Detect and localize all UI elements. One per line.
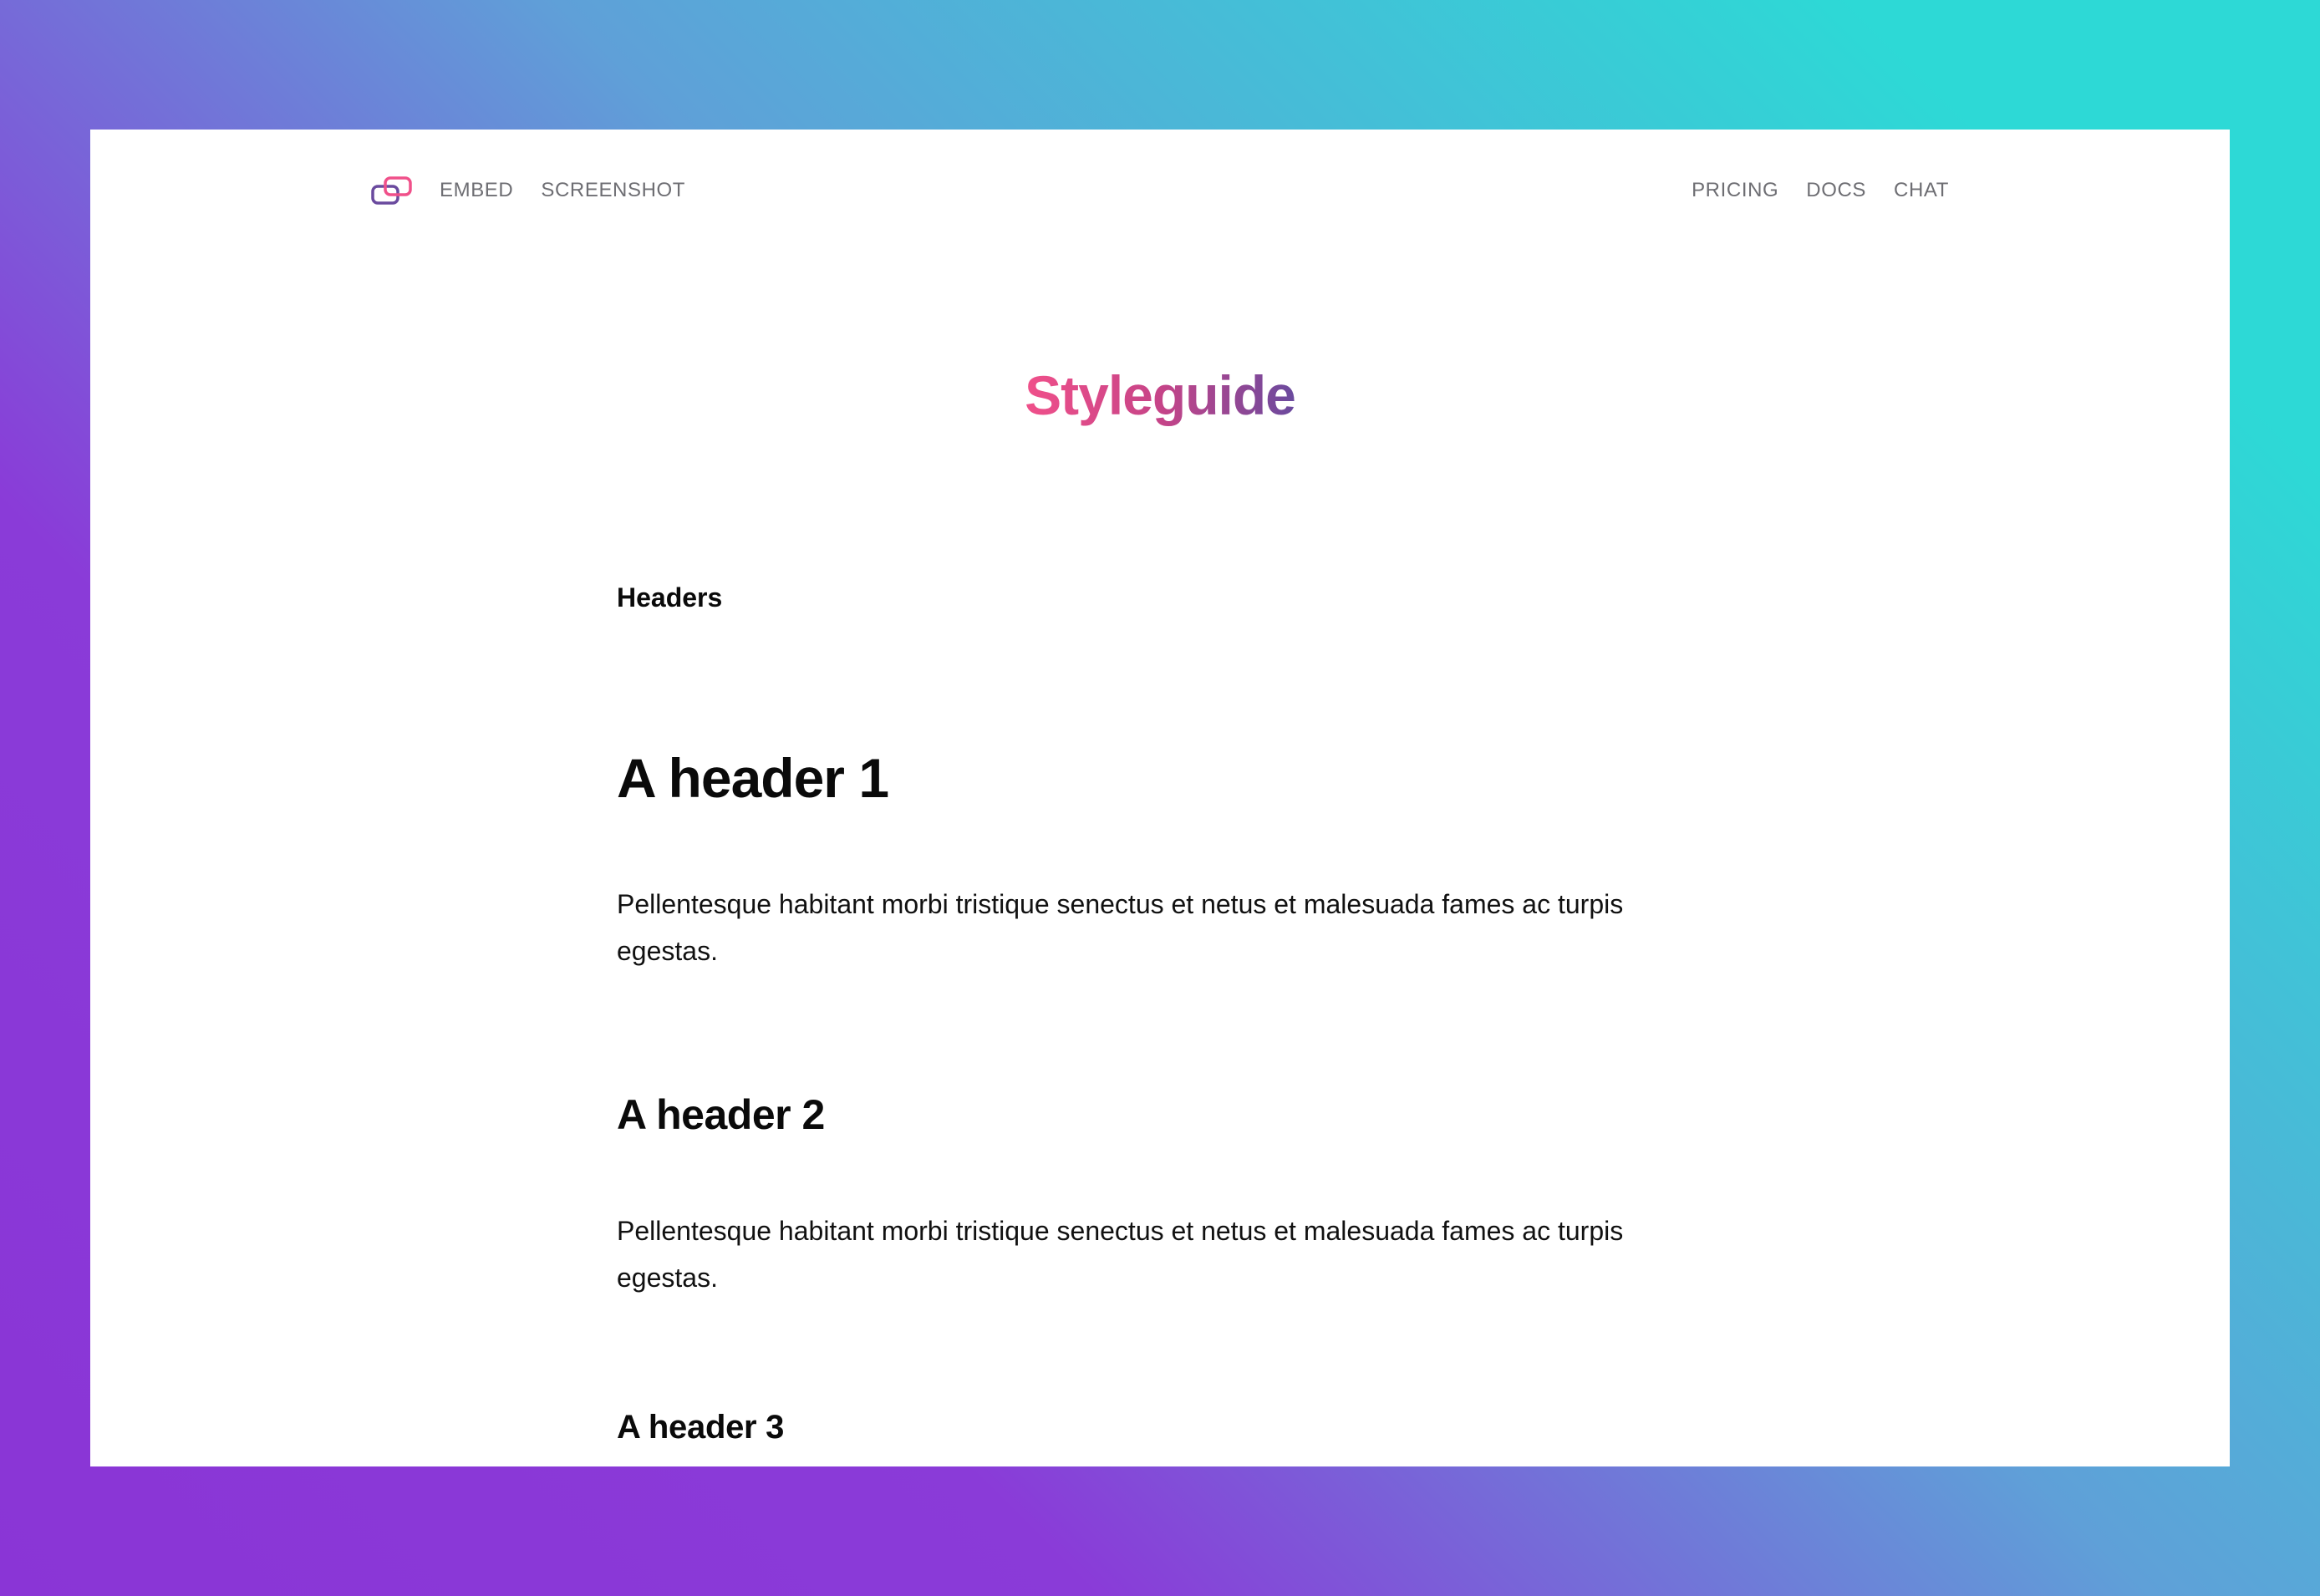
sample-paragraph-2: Pellentesque habitant morbi tristique se… [617, 1216, 1624, 1293]
sample-header-2: A header 2 [617, 1091, 825, 1138]
sample-header-1: A header 1 [617, 747, 889, 809]
nav-link-pricing[interactable]: PRICING [1692, 179, 1778, 202]
sample-header-3: A header 3 [617, 1409, 785, 1446]
section-label-headers: Headers [617, 582, 723, 612]
top-nav: EMBED SCREENSHOT PRICING DOCS CHAT [371, 170, 1949, 211]
nav-link-docs[interactable]: DOCS [1806, 179, 1866, 202]
page-title-text: Styleguide [1025, 364, 1296, 426]
browser-frame: EMBED SCREENSHOT PRICING DOCS CHAT Style… [90, 130, 2230, 1466]
sample-paragraph-1: Pellentesque habitant morbi tristique se… [617, 889, 1624, 966]
nav-link-embed[interactable]: EMBED [440, 179, 513, 202]
logo-icon[interactable] [371, 175, 413, 206]
nav-right-group: PRICING DOCS CHAT [1692, 179, 1949, 202]
nav-link-chat[interactable]: CHAT [1894, 179, 1949, 202]
nav-link-screenshot[interactable]: SCREENSHOT [541, 179, 685, 202]
page-title: Styleguide [90, 363, 2230, 427]
